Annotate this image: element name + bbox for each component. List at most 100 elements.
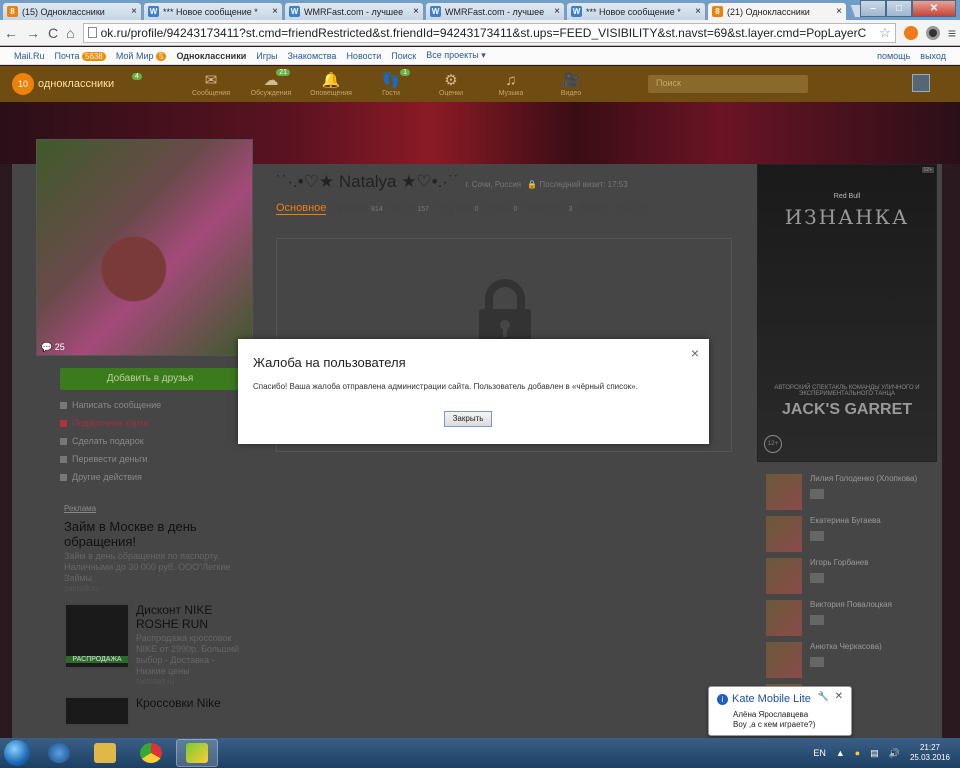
gift-card-link[interactable]: Подарочная карта: [60, 414, 240, 432]
maximize-button[interactable]: □: [886, 0, 912, 17]
ad-source[interactable]: zaimoll.ru: [64, 584, 244, 593]
kate-tray-icon[interactable]: ●: [855, 748, 860, 758]
close-tab-icon[interactable]: ×: [131, 6, 137, 17]
profile-photo[interactable]: 💬 25: [36, 139, 253, 356]
close-tab-icon[interactable]: ×: [695, 6, 701, 17]
close-button[interactable]: Закрыть: [444, 411, 492, 427]
bookmark-star-icon[interactable]: ☆: [879, 25, 891, 41]
message-icon[interactable]: [810, 573, 824, 583]
settings-icon[interactable]: 🔧: [818, 691, 829, 702]
portal-link[interactable]: Мой Мир 5: [116, 51, 167, 61]
portal-link[interactable]: Игры: [256, 51, 277, 61]
tab-photos[interactable]: Фото 157: [389, 202, 429, 215]
help-link[interactable]: помощь: [877, 51, 910, 61]
avatar[interactable]: [766, 558, 802, 594]
close-tab-icon[interactable]: ×: [836, 6, 842, 17]
avatar[interactable]: [766, 474, 802, 510]
other-actions-link[interactable]: Другие действия: [60, 468, 240, 486]
message-icon[interactable]: [810, 615, 824, 625]
search-input[interactable]: Поиск: [648, 75, 808, 93]
close-icon[interactable]: ×: [691, 345, 699, 361]
close-tab-icon[interactable]: ×: [413, 6, 419, 17]
nav-guests[interactable]: 1 👣 Гости: [368, 68, 414, 97]
avatar[interactable]: [766, 516, 802, 552]
transfer-money-link[interactable]: Перевести деньги: [60, 450, 240, 468]
list-item[interactable]: Екатерина Бугаева: [766, 516, 942, 558]
nav-discussions[interactable]: 21 ☁ Обсуждения: [248, 68, 294, 97]
back-arrow-icon[interactable]: ←: [4, 25, 18, 41]
clock[interactable]: 21:27 25.03.2016: [910, 743, 950, 763]
ok-logo[interactable]: 10 одноклассники 4: [12, 73, 172, 95]
tab-main[interactable]: Основное: [276, 202, 327, 215]
browser-tab[interactable]: W *** Новое сообщение * ×: [566, 2, 706, 20]
show-hidden-icons[interactable]: ▲: [836, 748, 845, 758]
user-avatar[interactable]: [912, 74, 930, 92]
taskbar-app[interactable]: [84, 739, 126, 767]
tab-notes[interactable]: Заметки 3: [523, 202, 572, 215]
friend-name[interactable]: Виктория Повалоцкая: [810, 600, 892, 609]
ad-image[interactable]: [64, 696, 130, 726]
reload-icon[interactable]: C: [48, 25, 58, 41]
portal-link[interactable]: Почта 5638: [55, 51, 106, 61]
forward-arrow-icon[interactable]: →: [26, 25, 40, 41]
taskbar-app-active[interactable]: [176, 739, 218, 767]
friend-name[interactable]: Анютка Черкасова): [810, 642, 882, 651]
ad-source[interactable]: footstart.ru: [136, 677, 244, 686]
ad-item[interactable]: Кроссовки Nike: [64, 696, 244, 726]
right-banner-ad[interactable]: 12+ Red Bull ИЗНАНКА АВТОРСКИЙ СПЕКТАКЛЬ…: [757, 164, 937, 462]
avatar[interactable]: [766, 600, 802, 636]
friend-name[interactable]: Игорь Горбанев: [810, 558, 868, 567]
avatar[interactable]: [766, 642, 802, 678]
friend-name[interactable]: Екатерина Бугаева: [810, 516, 881, 525]
friend-name[interactable]: Лилия Голоденко (Хлопкова): [810, 474, 917, 483]
message-icon[interactable]: [810, 489, 824, 499]
add-friend-button[interactable]: Добавить в друзья: [60, 368, 240, 390]
close-tab-icon[interactable]: ×: [554, 6, 560, 17]
browser-tab[interactable]: 8 (15) Одноклассники ×: [2, 2, 142, 20]
tab-video[interactable]: Видео: [578, 202, 610, 215]
tray-notification[interactable]: i Kate Mobile Lite 🔧 ✕ Алёна Ярославцева В…: [708, 686, 852, 736]
portal-link[interactable]: Знакомства: [287, 51, 336, 61]
close-icon[interactable]: ✕: [835, 691, 843, 702]
close-window-button[interactable]: ✕: [912, 0, 956, 17]
list-item[interactable]: Виктория Повалоцкая: [766, 600, 942, 642]
browser-tab[interactable]: W WMRFast.com - лучшее ×: [284, 2, 424, 20]
network-icon[interactable]: ▤: [870, 748, 879, 759]
portal-link[interactable]: Новости: [346, 51, 381, 61]
url-input[interactable]: ok.ru/profile/94243173411?st.cmd=friendR…: [82, 22, 896, 43]
taskbar-app[interactable]: [130, 739, 172, 767]
ad-item[interactable]: РАСПРОДАЖА Дисконт NIKE ROSHE RUN Распро…: [64, 603, 244, 686]
ad-title[interactable]: Дисконт NIKE ROSHE RUN: [136, 603, 244, 631]
extension-icon[interactable]: [925, 25, 940, 40]
list-item[interactable]: Лилия Голоденко (Хлопкова): [766, 474, 942, 516]
tab-games[interactable]: Игры 0: [485, 202, 518, 215]
taskbar-app[interactable]: [38, 739, 80, 767]
send-message-link[interactable]: Написать сообщение: [60, 396, 240, 414]
nav-notifications[interactable]: 🔔 Оповещения: [308, 72, 354, 97]
nav-messages[interactable]: ✉ Сообщения: [188, 72, 234, 97]
portal-link-active[interactable]: Одноклассники: [176, 51, 246, 61]
message-icon[interactable]: [810, 657, 824, 667]
tab-groups[interactable]: Группы 0: [435, 202, 479, 215]
nav-ratings[interactable]: ⚙ Оценки: [428, 72, 474, 97]
volume-icon[interactable]: 🔊: [889, 748, 900, 759]
extension-icon[interactable]: [903, 25, 918, 40]
language-indicator[interactable]: EN: [813, 748, 826, 758]
browser-tab-active[interactable]: 8 (21) Одноклассники ×: [707, 2, 847, 20]
list-item[interactable]: Игорь Горбанев: [766, 558, 942, 600]
portal-link[interactable]: Mail.Ru: [14, 51, 45, 61]
list-item[interactable]: Анютка Черкасова): [766, 642, 942, 684]
close-tab-icon[interactable]: ×: [272, 6, 278, 17]
tab-friends[interactable]: Друзья 814: [332, 202, 382, 215]
tab-more[interactable]: Ещё ▾: [617, 202, 648, 215]
ads-label[interactable]: Реклама: [64, 504, 244, 513]
ad-image[interactable]: РАСПРОДАЖА: [64, 603, 130, 669]
start-button[interactable]: [0, 738, 34, 768]
menu-icon[interactable]: ≡: [948, 25, 956, 41]
ad-title[interactable]: Займ в Москве в день обращения!: [64, 519, 244, 549]
browser-tab[interactable]: W WMRFast.com - лучшее ×: [425, 2, 565, 20]
make-gift-link[interactable]: Сделать подарок: [60, 432, 240, 450]
ad-title[interactable]: Кроссовки Nike: [136, 696, 221, 726]
portal-link[interactable]: Поиск: [391, 51, 416, 61]
browser-tab[interactable]: W *** Новое сообщение * ×: [143, 2, 283, 20]
